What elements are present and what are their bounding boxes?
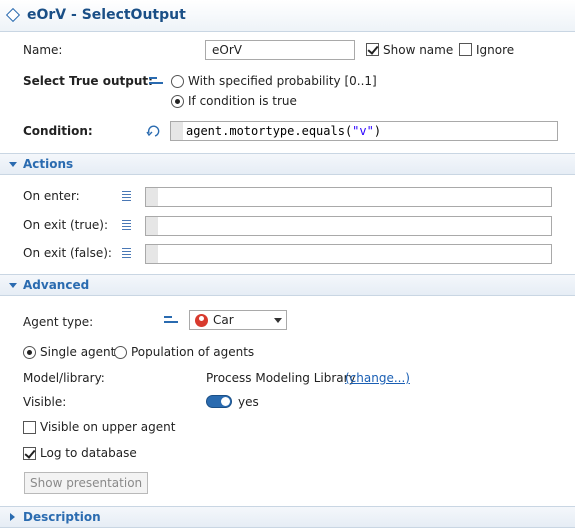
description-section-title: Description xyxy=(23,510,101,524)
option-probability-label: With specified probability [0..1] xyxy=(188,74,377,88)
diamond-icon xyxy=(5,7,21,23)
visible-upper-label: Visible on upper agent xyxy=(40,420,176,434)
title-bar: eOrV - SelectOutput xyxy=(0,0,575,32)
lines-icon xyxy=(122,248,132,260)
actions-section-title: Actions xyxy=(23,157,74,171)
select-true-output-label: Select True output: xyxy=(23,74,153,88)
actions-section-header[interactable]: Actions xyxy=(0,153,575,175)
visible-toggle[interactable] xyxy=(206,395,232,408)
visible-upper-checkbox[interactable] xyxy=(23,421,36,434)
code-gutter xyxy=(171,122,183,140)
lines-icon xyxy=(122,191,132,203)
visible-value: yes xyxy=(238,395,259,409)
dynamic-value-icon[interactable] xyxy=(146,124,160,137)
code-gutter xyxy=(146,188,158,206)
population-label: Population of agents xyxy=(131,345,255,359)
on-exit-true-input[interactable] xyxy=(145,216,552,236)
radio-population[interactable] xyxy=(114,346,127,359)
equals-icon[interactable] xyxy=(149,77,163,87)
code-gutter xyxy=(146,217,158,235)
model-library-value: Process Modeling Library xyxy=(206,371,356,385)
on-enter-label: On enter: xyxy=(23,189,80,203)
chevron-down-icon xyxy=(274,318,282,323)
advanced-section-title: Advanced xyxy=(23,278,90,292)
name-input[interactable]: eOrV xyxy=(205,40,355,60)
agent-type-value: Car xyxy=(213,313,234,327)
page-title: eOrV - SelectOutput xyxy=(27,7,186,23)
lines-icon xyxy=(122,220,132,232)
option-condition-label: If condition is true xyxy=(188,94,297,108)
on-exit-false-input[interactable] xyxy=(145,244,552,264)
radio-probability[interactable] xyxy=(171,75,184,88)
log-db-checkbox[interactable] xyxy=(23,447,36,460)
chevron-right-icon xyxy=(10,513,15,521)
condition-input[interactable]: agent.motortype.equals("v") xyxy=(170,121,558,141)
ignore-checkbox[interactable] xyxy=(459,43,472,56)
condition-code: agent.motortype.equals("v") xyxy=(186,124,382,138)
single-agent-label: Single agent xyxy=(40,345,116,359)
show-presentation-button[interactable]: Show presentation xyxy=(24,472,149,494)
model-library-label: Model/library: xyxy=(23,371,105,385)
on-exit-true-label: On exit (true): xyxy=(23,218,109,232)
agent-type-label: Agent type: xyxy=(23,315,94,329)
condition-label: Condition: xyxy=(23,124,93,138)
change-library-link[interactable]: (change...) xyxy=(345,371,410,385)
radio-single-agent[interactable] xyxy=(23,346,36,359)
visible-label: Visible: xyxy=(23,395,67,409)
agent-type-select[interactable]: Car xyxy=(189,310,287,330)
log-db-label: Log to database xyxy=(40,446,137,460)
chevron-down-icon xyxy=(9,162,17,167)
ignore-label: Ignore xyxy=(476,43,515,57)
show-name-label: Show name xyxy=(383,43,454,57)
show-name-checkbox[interactable] xyxy=(366,43,379,56)
car-icon xyxy=(195,314,208,327)
code-gutter xyxy=(146,245,158,263)
name-label: Name: xyxy=(23,43,63,57)
advanced-section-header[interactable]: Advanced xyxy=(0,274,575,296)
on-exit-false-label: On exit (false): xyxy=(23,246,112,260)
chevron-down-icon xyxy=(9,283,17,288)
on-enter-input[interactable] xyxy=(145,187,552,207)
radio-condition[interactable] xyxy=(171,95,184,108)
equals-icon[interactable] xyxy=(164,316,178,326)
